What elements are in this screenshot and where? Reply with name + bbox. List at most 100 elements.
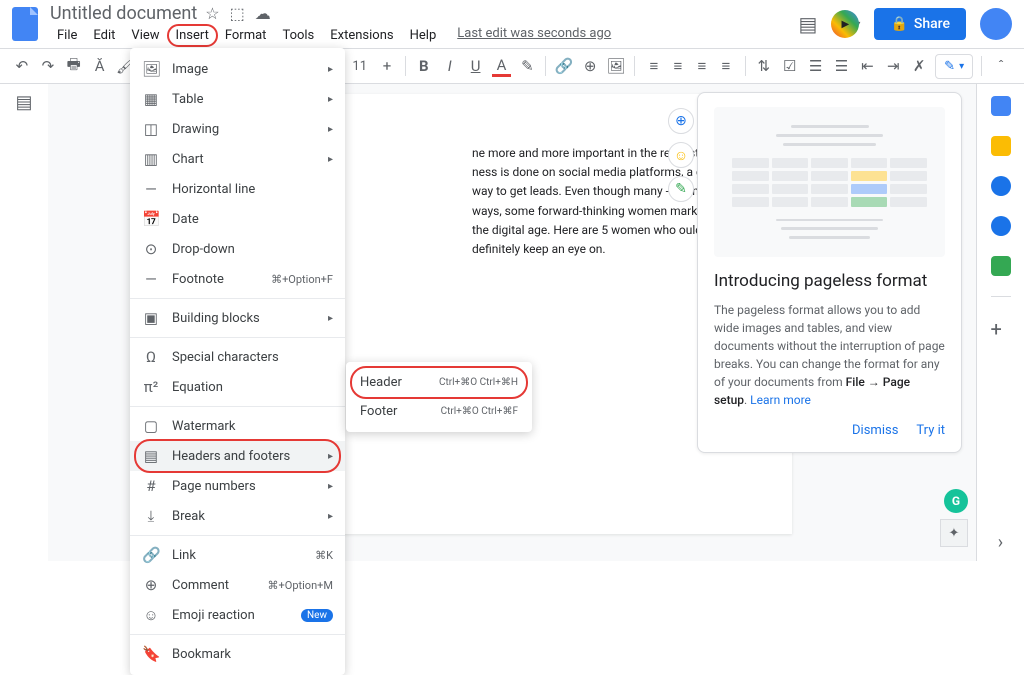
insert-menu-building-blocks[interactable]: ▣Building blocks▸ <box>130 303 345 333</box>
pageless-promo-card: Introducing pageless format The pageless… <box>697 92 962 453</box>
insert-menu-special-characters[interactable]: ΩSpecial characters <box>130 342 345 372</box>
doc-action-column: ⊕ ☺ ✎ <box>668 108 694 202</box>
font-size-input[interactable]: 11 <box>348 59 371 74</box>
undo-icon[interactable]: ↶ <box>12 55 32 77</box>
numbered-list-icon[interactable]: ☰ <box>832 55 852 77</box>
submenu-footer[interactable]: FooterCtrl+⌘O Ctrl+⌘F <box>346 397 532 426</box>
footnote-icon: — <box>142 270 160 288</box>
insert-menu-drawing[interactable]: ◫Drawing▸ <box>130 114 345 144</box>
editing-mode-button[interactable]: ✎ ▾ <box>935 54 973 79</box>
insert-menu-chart[interactable]: ▥Chart▸ <box>130 144 345 174</box>
underline-button[interactable]: U <box>466 55 486 77</box>
insert-menu-watermark[interactable]: ▢Watermark <box>130 411 345 441</box>
insert-menu-break[interactable]: ⤓Break▸ <box>130 501 345 531</box>
print-icon[interactable]: 🖶 <box>64 55 84 77</box>
move-icon[interactable]: ⬚ <box>230 4 245 23</box>
add-emoji-fab[interactable]: ☺ <box>668 142 694 168</box>
try-it-button[interactable]: Try it <box>916 423 945 438</box>
card-illustration <box>714 107 945 257</box>
insert-menu-equation[interactable]: π²Equation <box>130 372 345 402</box>
align-right-icon[interactable]: ≡ <box>691 55 713 77</box>
show-side-panel-icon[interactable]: › <box>998 532 1003 553</box>
align-left-icon[interactable]: ≡ <box>643 55 665 77</box>
last-edit-link[interactable]: Last edit was seconds ago <box>457 26 611 45</box>
table-icon: ▦ <box>142 90 160 108</box>
contacts-app-icon[interactable] <box>991 216 1011 236</box>
meet-icon[interactable]: ▶ <box>831 10 859 38</box>
menu-item-label: Table <box>172 92 316 107</box>
keep-app-icon[interactable] <box>991 136 1011 156</box>
submenu-arrow-icon: ▸ <box>328 64 333 75</box>
menu-item-label: Page numbers <box>172 479 316 494</box>
dismiss-button[interactable]: Dismiss <box>852 423 898 438</box>
text-color-icon[interactable]: A <box>492 55 512 77</box>
star-icon[interactable]: ☆ <box>205 4 219 23</box>
menu-item-label: Chart <box>172 152 316 167</box>
menu-file[interactable]: File <box>50 26 84 45</box>
font-size-increase-icon[interactable]: + <box>377 55 397 77</box>
learn-more-link[interactable]: Learn more <box>750 393 811 407</box>
calendar-app-icon[interactable] <box>991 96 1011 116</box>
add-comment-fab[interactable]: ⊕ <box>668 108 694 134</box>
align-center-icon[interactable]: ≡ <box>667 55 689 77</box>
insert-menu-dropdown: 🖼Image▸▦Table▸◫Drawing▸▥Chart▸—Horizonta… <box>130 48 345 675</box>
bulleted-list-icon[interactable]: ☰ <box>806 55 826 77</box>
checklist-icon[interactable]: ☑ <box>780 55 800 77</box>
pencil-icon: ✎ <box>944 59 955 74</box>
menu-item-label: Bookmark <box>172 647 333 662</box>
collapse-toolbar-icon[interactable]: ˆ <box>990 55 1012 77</box>
menu-tools[interactable]: Tools <box>275 26 321 45</box>
drop-down-icon: ⊙ <box>142 240 160 258</box>
insert-menu-headers-and-footers[interactable]: ▤Headers and footers▸ <box>130 441 345 471</box>
tasks-app-icon[interactable] <box>991 176 1011 196</box>
insert-menu-link[interactable]: 🔗Link⌘K <box>130 540 345 570</box>
insert-menu-table[interactable]: ▦Table▸ <box>130 84 345 114</box>
highlight-icon[interactable]: ✎ <box>517 55 537 77</box>
insert-menu-footnote[interactable]: —Footnote⌘+Option+F <box>130 264 345 294</box>
chart-icon: ▥ <box>142 150 160 168</box>
submenu-header[interactable]: HeaderCtrl+⌘O Ctrl+⌘H <box>346 368 532 397</box>
menu-item-label: Date <box>172 212 333 227</box>
explore-button[interactable]: ✦ <box>940 519 968 547</box>
menu-view[interactable]: View <box>124 26 166 45</box>
app-header: Untitled document ☆ ⬚ ☁ File Edit View I… <box>0 0 1024 48</box>
insert-menu-image[interactable]: 🖼Image▸ <box>130 54 345 84</box>
docs-logo-icon[interactable] <box>12 7 38 41</box>
cloud-status-icon[interactable]: ☁ <box>255 4 271 23</box>
grammarly-badge-icon[interactable]: G <box>944 489 968 513</box>
add-comment-icon[interactable]: ⊕ <box>580 55 600 77</box>
title-area: Untitled document ☆ ⬚ ☁ File Edit View I… <box>50 3 799 45</box>
clear-formatting-icon[interactable]: ✗ <box>909 55 929 77</box>
decrease-indent-icon[interactable]: ⇤ <box>857 55 877 77</box>
menu-item-label: Image <box>172 62 316 77</box>
italic-button[interactable]: I <box>440 55 460 77</box>
redo-icon[interactable]: ↷ <box>38 55 58 77</box>
suggest-edit-fab[interactable]: ✎ <box>668 176 694 202</box>
increase-indent-icon[interactable]: ⇥ <box>883 55 903 77</box>
maps-app-icon[interactable] <box>991 256 1011 276</box>
menu-insert[interactable]: Insert <box>169 26 216 45</box>
line-spacing-icon[interactable]: ⇅ <box>754 55 774 77</box>
share-button[interactable]: 🔒 Share <box>874 8 966 40</box>
insert-image-icon[interactable]: 🖼 <box>606 55 626 77</box>
document-title[interactable]: Untitled document <box>50 3 197 24</box>
spellcheck-icon[interactable]: Ă <box>90 55 110 77</box>
menu-edit[interactable]: Edit <box>86 26 122 45</box>
insert-menu-comment[interactable]: ⊕Comment⌘+Option+M <box>130 570 345 600</box>
get-addons-icon[interactable]: + <box>991 317 1011 337</box>
insert-menu-page-numbers[interactable]: #Page numbers▸ <box>130 471 345 501</box>
menu-format[interactable]: Format <box>218 26 274 45</box>
account-avatar[interactable] <box>980 8 1012 40</box>
insert-menu-emoji-reaction[interactable]: ☺Emoji reactionNew <box>130 600 345 630</box>
menu-help[interactable]: Help <box>403 26 444 45</box>
insert-menu-drop-down[interactable]: ⊙Drop-down <box>130 234 345 264</box>
bold-button[interactable]: B <box>414 55 434 77</box>
insert-menu-horizontal-line[interactable]: —Horizontal line <box>130 174 345 204</box>
comments-history-icon[interactable]: ▤ <box>799 12 818 36</box>
align-justify-icon[interactable]: ≡ <box>715 55 737 77</box>
menu-extensions[interactable]: Extensions <box>323 26 400 45</box>
insert-link-icon[interactable]: 🔗 <box>554 55 574 77</box>
outline-toggle-icon[interactable]: ▤ <box>15 92 32 113</box>
insert-menu-bookmark[interactable]: 🔖Bookmark <box>130 639 345 669</box>
insert-menu-date[interactable]: 📅Date <box>130 204 345 234</box>
